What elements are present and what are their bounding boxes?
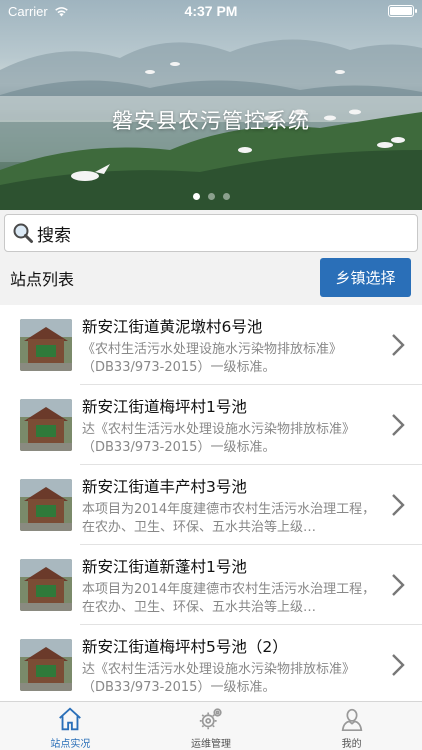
page-dot[interactable]	[207, 193, 215, 200]
page-indicator[interactable]	[0, 193, 422, 200]
battery-level	[390, 7, 412, 15]
station-thumbnail	[20, 319, 72, 371]
status-bar: Carrier 4:37 PM	[0, 0, 422, 22]
station-description: 《农村生活污水处理设施水污染物排放标准》（DB33/973-2015）一级标准。	[82, 342, 343, 375]
station-description: 本项目为2014年度建德市农村生活污水治理工程，在农办、卫生、环保、五水共治等上…	[82, 502, 376, 535]
page-dot[interactable]	[222, 193, 230, 200]
hero-banner[interactable]: Carrier 4:37 PM 磐安县农污管控系统	[0, 0, 422, 210]
banner-title: 磐安县农污管控系统	[112, 109, 310, 133]
app-screen: Carrier 4:37 PM 磐安县农污管控系统 搜索 站点列表 乡镇选择 新…	[0, 0, 422, 750]
station-title: 新安江街道新蓬村1号池	[82, 558, 247, 576]
station-row[interactable]: 新安江街道新蓬村1号池 本项目为2014年度建德市农村生活污水治理工程，在农办、…	[0, 545, 422, 625]
chevron-right-icon	[392, 414, 405, 436]
battery-icon	[388, 5, 417, 17]
chevron-right-icon	[392, 574, 405, 596]
tab-bar: 站点实况 运维管理 我的	[0, 701, 422, 750]
station-row[interactable]: 新安江街道黄泥墩村6号池 《农村生活污水处理设施水污染物排放标准》（DB33/9…	[0, 305, 422, 385]
station-title: 新安江街道黄泥墩村6号池	[82, 318, 263, 336]
station-list[interactable]: 新安江街道黄泥墩村6号池 《农村生活污水处理设施水污染物排放标准》（DB33/9…	[0, 305, 422, 701]
user-icon	[341, 708, 362, 732]
tab-label: 运维管理	[191, 739, 231, 750]
station-thumbnail	[20, 639, 72, 691]
chevron-right-icon	[392, 334, 405, 356]
station-thumbnail	[20, 559, 72, 611]
station-row[interactable]: 新安江街道丰产村3号池 本项目为2014年度建德市农村生活污水治理工程，在农办、…	[0, 465, 422, 545]
station-thumbnail	[20, 479, 72, 531]
gear-icon	[199, 708, 222, 730]
station-title: 新安江街道梅坪村5号池（2）	[82, 638, 288, 656]
chevron-right-icon	[392, 654, 405, 676]
status-time: 4:37 PM	[184, 3, 238, 19]
station-thumbnail	[20, 399, 72, 451]
station-title: 新安江街道丰产村3号池	[82, 478, 247, 496]
station-description: 达《农村生活污水处理设施水污染物排放标准》（DB33/973-2015）一级标准…	[82, 422, 356, 455]
page-dot[interactable]	[192, 193, 200, 200]
chevron-right-icon	[392, 494, 405, 516]
search-input[interactable]: 搜索	[37, 221, 71, 246]
station-title: 新安江街道梅坪村1号池	[82, 398, 247, 416]
search-icon	[13, 223, 33, 243]
tab-maintenance[interactable]: 运维管理	[141, 702, 282, 750]
tab-mine[interactable]: 我的	[281, 702, 422, 750]
tab-station-live[interactable]: 站点实况	[0, 702, 141, 750]
home-icon	[59, 707, 82, 731]
search-bar[interactable]: 搜索	[4, 214, 418, 252]
station-row[interactable]: 新安江街道梅坪村1号池 达《农村生活污水处理设施水污染物排放标准》（DB33/9…	[0, 385, 422, 465]
tab-label: 我的	[341, 739, 362, 750]
section-title: 站点列表	[10, 270, 75, 289]
station-description: 本项目为2014年度建德市农村生活污水治理工程，在农办、卫生、环保、五水共治等上…	[82, 582, 376, 615]
station-row[interactable]: 新安江街道梅坪村5号池（2） 达《农村生活污水处理设施水污染物排放标准》（DB3…	[0, 625, 422, 701]
station-description: 达《农村生活污水处理设施水污染物排放标准》（DB33/973-2015）一级标准…	[82, 662, 356, 695]
tab-label: 站点实况	[50, 739, 91, 750]
town-select-button[interactable]: 乡镇选择	[320, 258, 411, 297]
